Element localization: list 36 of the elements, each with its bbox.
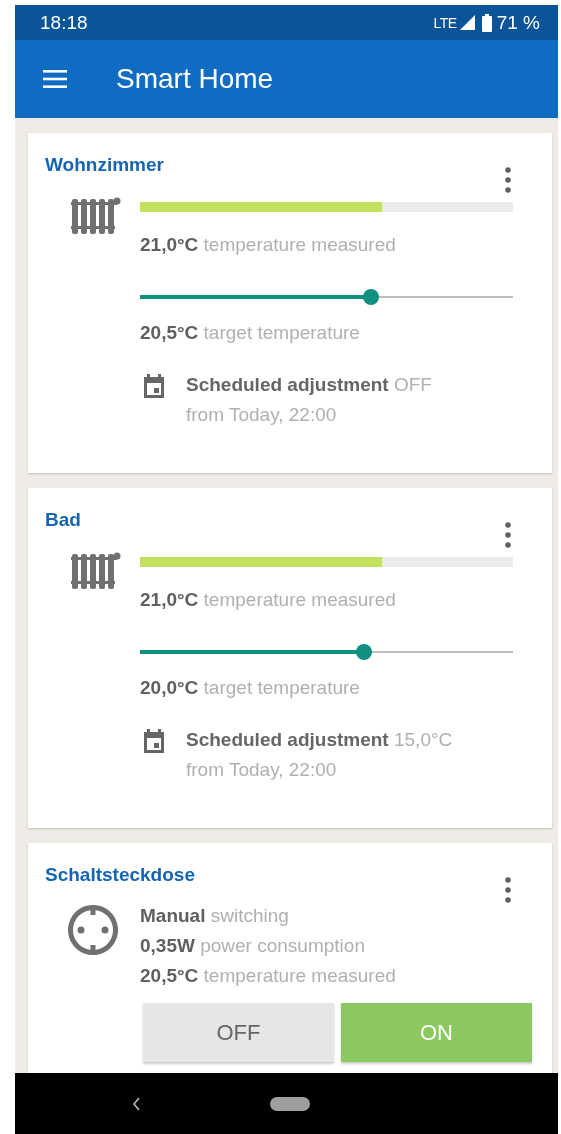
more-options-icon[interactable] — [505, 522, 511, 548]
clock-time: 18:18 — [40, 11, 88, 34]
signal-icon — [459, 15, 475, 30]
slider-thumb[interactable] — [363, 289, 380, 305]
app-title: Smart Home — [116, 63, 274, 95]
back-icon[interactable] — [133, 1096, 141, 1111]
measured-temperature: 21,0°C temperature measured — [140, 588, 396, 612]
network-label: LTE — [433, 14, 457, 31]
battery-icon — [481, 13, 492, 32]
status-text: 0,35W power consumption — [140, 934, 365, 958]
target-temperature: 20,0°C target temperature — [140, 676, 360, 700]
more-options-icon[interactable] — [505, 167, 511, 193]
home-pill[interactable] — [270, 1096, 310, 1111]
schedule-text: from Today, 22:00 — [186, 758, 338, 782]
schedule-text: from Today, 22:00 — [186, 403, 338, 427]
slider-thumb[interactable] — [355, 644, 372, 660]
calendar-icon — [143, 374, 165, 398]
more-options-icon[interactable] — [505, 877, 511, 903]
calendar-icon — [143, 729, 165, 753]
switch-button[interactable]: OFF — [143, 1003, 334, 1062]
status-text: 20,5°C temperature measured — [140, 964, 396, 988]
status-text: Manual switching — [140, 904, 289, 928]
device-name: Schaltsteckdose — [45, 863, 195, 887]
battery-percent: 71 % — [496, 11, 540, 34]
radiator-icon — [71, 551, 121, 589]
target-temperature: 20,5°C target temperature — [140, 321, 360, 345]
target-temperature-slider[interactable] — [140, 643, 513, 661]
target-temperature-slider[interactable] — [140, 288, 513, 306]
measured-temperature: 21,0°C temperature measured — [140, 233, 396, 257]
radiator-icon — [71, 196, 121, 234]
menu-icon[interactable] — [42, 70, 68, 88]
device-name: Bad — [45, 508, 81, 532]
device-name: Wohnzimmer — [45, 153, 164, 177]
schedule-text: Scheduled adjustment 15,0°C — [186, 728, 453, 752]
socket-icon — [66, 903, 120, 957]
schedule-text: Scheduled adjustment OFF — [186, 373, 432, 397]
